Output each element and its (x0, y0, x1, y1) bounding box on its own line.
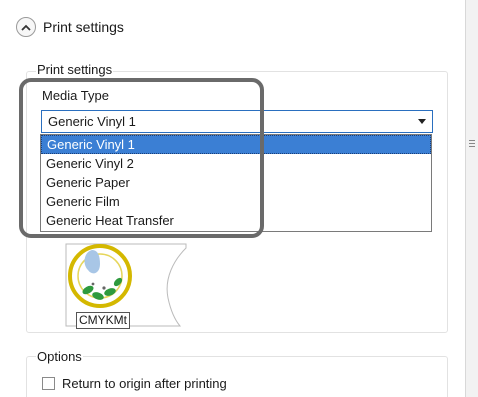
return-to-origin-label[interactable]: Return to origin after printing (62, 375, 227, 392)
options-legend: Options (36, 349, 83, 365)
resize-grip-icon[interactable] (469, 140, 475, 149)
panel-legend: Print settings (36, 62, 114, 78)
highlight-frame (19, 78, 264, 238)
ink-set-label: CMYKMt (76, 312, 130, 329)
scrollbar-track[interactable] (466, 0, 478, 397)
chevron-down-icon[interactable] (418, 119, 426, 124)
chevron-up-icon (21, 24, 31, 31)
section-title: Print settings (43, 19, 124, 35)
collapse-button[interactable] (16, 17, 36, 37)
return-to-origin-checkbox[interactable] (42, 377, 55, 390)
